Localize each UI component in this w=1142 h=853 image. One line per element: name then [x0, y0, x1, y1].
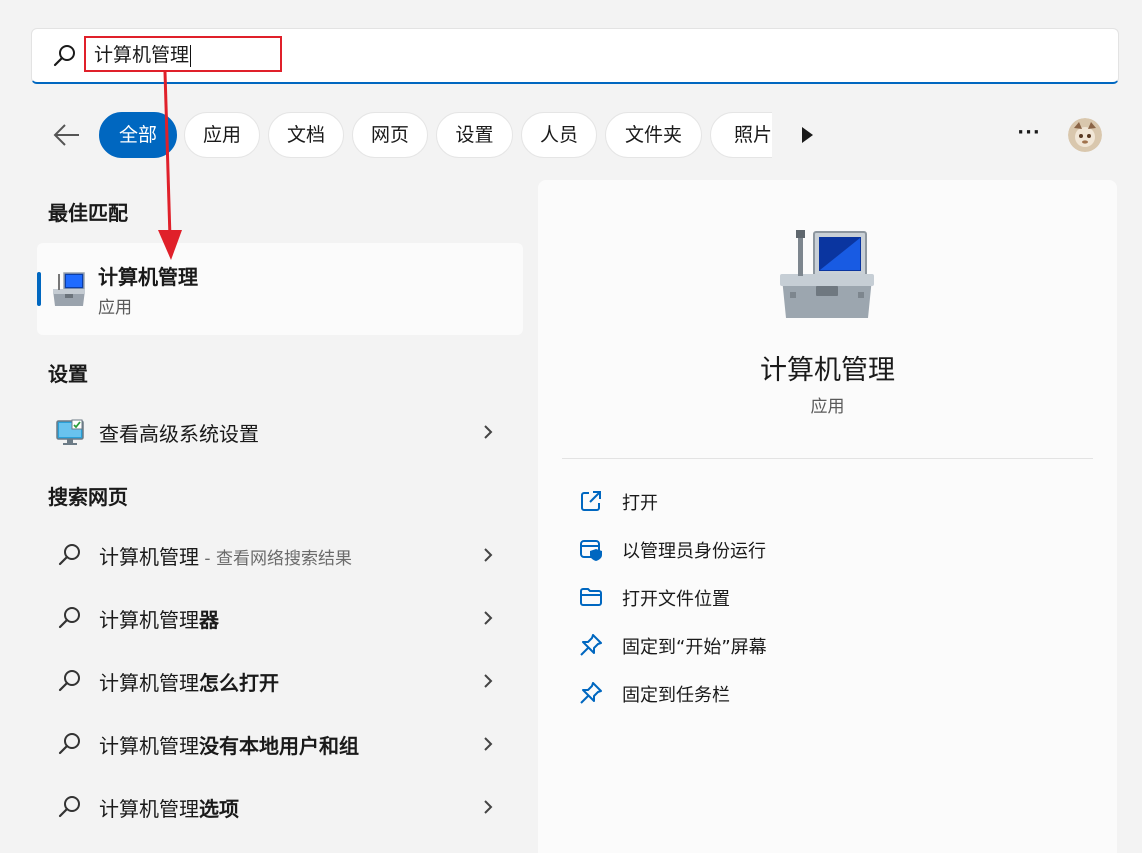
web-result[interactable]: 计算机管理器	[37, 591, 523, 643]
settings-result-advanced-system[interactable]: 查看高级系统设置	[37, 405, 523, 457]
best-match-result[interactable]: 计算机管理 应用	[37, 243, 523, 335]
web-result-label: 计算机管理没有本地用户和组	[99, 734, 359, 758]
more-options-button[interactable]: ···	[1014, 122, 1044, 146]
chevron-right-icon[interactable]	[481, 798, 495, 816]
tab-photos[interactable]: 照片	[710, 112, 772, 158]
text-caret	[190, 44, 192, 67]
action-open-file-location[interactable]: 打开文件位置	[562, 577, 1093, 617]
settings-item-label: 查看高级系统设置	[99, 422, 259, 446]
tab-apps[interactable]: 应用	[184, 112, 260, 158]
tab-documents[interactable]: 文档	[268, 112, 344, 158]
selection-indicator	[37, 272, 41, 306]
search-icon	[57, 731, 83, 757]
chevron-right-icon[interactable]	[481, 423, 495, 441]
tab-folders[interactable]: 文件夹	[605, 112, 702, 158]
search-input[interactable]: 计算机管理	[84, 36, 282, 72]
web-result-label: 计算机管理 - 查看网络搜索结果	[99, 545, 352, 569]
action-open[interactable]: 打开	[562, 481, 1093, 521]
chevron-right-icon[interactable]	[481, 735, 495, 753]
annotation-arrow	[150, 70, 190, 265]
action-label: 打开	[622, 493, 658, 514]
search-box[interactable]: 计算机管理	[31, 28, 1119, 84]
search-icon	[57, 794, 83, 820]
web-result-label: 计算机管理怎么打开	[99, 671, 279, 695]
filter-bar: 全部 应用 文档 网页 设置 人员 文件夹 照片 ···	[0, 108, 1142, 160]
web-result[interactable]: 计算机管理怎么打开	[37, 654, 523, 706]
computer-management-icon	[776, 226, 880, 326]
web-result[interactable]: 计算机管理选项	[37, 780, 523, 832]
action-label: 固定到任务栏	[622, 685, 730, 706]
filter-tabs: 全部 应用 文档 网页 设置 人员 文件夹 照片	[0, 108, 772, 160]
shield-icon	[579, 537, 603, 561]
best-match-title: 计算机管理	[98, 265, 198, 289]
pin-icon	[579, 633, 603, 657]
web-result[interactable]: 计算机管理 - 查看网络搜索结果	[37, 528, 523, 580]
action-pin-to-taskbar[interactable]: 固定到任务栏	[562, 673, 1093, 713]
computer-management-icon	[51, 270, 87, 308]
search-icon	[57, 605, 83, 631]
detail-title: 计算机管理	[760, 355, 895, 386]
web-result-label: 计算机管理选项	[99, 797, 239, 821]
tab-people[interactable]: 人员	[521, 112, 597, 158]
web-result-label: 计算机管理器	[99, 608, 219, 632]
web-search-heading: 搜索网页	[48, 485, 128, 509]
search-icon	[57, 668, 83, 694]
chevron-right-icon[interactable]	[481, 546, 495, 564]
settings-heading: 设置	[48, 362, 88, 386]
divider	[562, 458, 1093, 459]
action-label: 以管理员身份运行	[622, 541, 766, 562]
action-label: 固定到“开始”屏幕	[622, 637, 767, 658]
system-settings-icon	[55, 417, 85, 447]
detail-pane: 计算机管理 应用 打开 以管理员身份运行 打开文件位置 固定到“开始”屏幕 固定…	[538, 180, 1117, 853]
best-match-subtitle: 应用	[98, 298, 132, 318]
pin-icon	[579, 681, 603, 705]
search-icon	[57, 542, 83, 568]
action-pin-to-start[interactable]: 固定到“开始”屏幕	[562, 625, 1093, 665]
action-label: 打开文件位置	[622, 589, 730, 610]
tab-settings[interactable]: 设置	[436, 112, 513, 158]
action-run-as-admin[interactable]: 以管理员身份运行	[562, 529, 1093, 569]
tab-web[interactable]: 网页	[352, 112, 428, 158]
detail-subtitle: 应用	[810, 397, 845, 417]
tab-all[interactable]: 全部	[99, 112, 177, 158]
best-match-heading: 最佳匹配	[48, 201, 128, 225]
open-external-icon	[579, 489, 603, 513]
chevron-right-icon[interactable]	[481, 672, 495, 690]
search-query-text: 计算机管理	[94, 44, 190, 66]
scroll-right-icon[interactable]	[798, 124, 818, 146]
chevron-right-icon[interactable]	[481, 609, 495, 627]
avatar[interactable]	[1068, 118, 1102, 152]
folder-icon	[579, 585, 603, 609]
web-result[interactable]: 计算机管理没有本地用户和组	[37, 717, 523, 769]
search-icon	[52, 43, 78, 69]
